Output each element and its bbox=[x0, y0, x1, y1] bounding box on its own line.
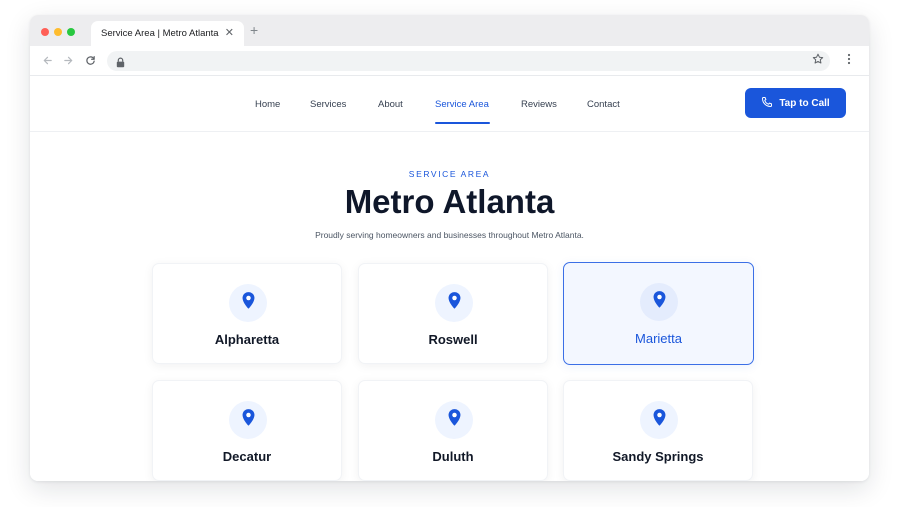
map-pin-icon bbox=[652, 408, 667, 432]
map-pin-icon bbox=[447, 291, 462, 315]
star-icon[interactable] bbox=[812, 52, 824, 70]
map-pin-icon bbox=[447, 408, 462, 432]
nav-link-service-area[interactable]: Service Area bbox=[435, 99, 489, 110]
area-card-marietta[interactable]: Marietta bbox=[563, 262, 754, 365]
nav-link-reviews[interactable]: Reviews bbox=[521, 99, 557, 110]
browser-toolbar bbox=[30, 46, 869, 76]
nav-link-contact[interactable]: Contact bbox=[587, 99, 620, 110]
page-subtitle: Proudly serving homeowners and businesse… bbox=[315, 230, 584, 240]
address-bar[interactable] bbox=[107, 51, 830, 71]
nav-link-home[interactable]: Home bbox=[255, 99, 280, 110]
area-name: Duluth bbox=[432, 449, 474, 464]
map-pin-icon bbox=[241, 291, 256, 315]
area-name: Decatur bbox=[222, 449, 272, 464]
window-zoom-dot[interactable] bbox=[67, 28, 75, 36]
forward-arrow-icon[interactable] bbox=[61, 53, 75, 67]
area-card-alpharetta[interactable]: Alpharetta bbox=[152, 263, 342, 364]
nav-link-about[interactable]: About bbox=[378, 99, 403, 110]
browser-window: Service Area | Metro Atlanta ✕ + Home Se… bbox=[30, 15, 869, 481]
section-eyebrow: SERVICE AREA bbox=[408, 169, 491, 179]
browser-tab-strip: Service Area | Metro Atlanta ✕ + bbox=[30, 15, 869, 46]
tap-to-call-label: Tap to Call bbox=[779, 97, 830, 109]
nav-link-services[interactable]: Services bbox=[310, 99, 346, 110]
tab-title: Service Area | Metro Atlanta bbox=[101, 28, 219, 39]
reload-icon[interactable] bbox=[83, 53, 97, 67]
map-pin-icon bbox=[241, 408, 256, 432]
tab-close-icon[interactable]: ✕ bbox=[225, 28, 234, 39]
page-title: Metro Atlanta bbox=[344, 183, 555, 220]
pin-badge bbox=[640, 401, 678, 439]
area-name: Alpharetta bbox=[214, 332, 280, 347]
map-pin-icon bbox=[652, 290, 667, 314]
pin-badge bbox=[229, 284, 267, 322]
web-page: Home Services About Service Area Reviews… bbox=[30, 76, 869, 481]
pin-badge bbox=[640, 283, 678, 321]
kebab-menu-icon[interactable] bbox=[847, 52, 851, 70]
pin-badge bbox=[435, 401, 473, 439]
back-arrow-icon[interactable] bbox=[40, 53, 54, 67]
tap-to-call-button[interactable]: Tap to Call bbox=[745, 88, 846, 118]
window-minimize-dot[interactable] bbox=[54, 28, 62, 36]
window-close-dot[interactable] bbox=[41, 28, 49, 36]
pin-badge bbox=[229, 401, 267, 439]
area-name: Sandy Springs bbox=[612, 449, 704, 464]
site-navigation: Home Services About Service Area Reviews… bbox=[30, 76, 869, 132]
area-card-sandy-springs[interactable]: Sandy Springs bbox=[563, 380, 753, 481]
area-name: Marietta bbox=[635, 331, 682, 346]
phone-icon bbox=[761, 96, 773, 111]
pin-badge bbox=[435, 284, 473, 322]
active-nav-underline bbox=[435, 122, 490, 124]
lock-icon bbox=[116, 55, 125, 73]
browser-tab[interactable]: Service Area | Metro Atlanta ✕ bbox=[91, 21, 244, 46]
area-name: Roswell bbox=[428, 332, 478, 347]
area-card-decatur[interactable]: Decatur bbox=[152, 380, 342, 481]
area-card-roswell[interactable]: Roswell bbox=[358, 263, 548, 364]
area-card-duluth[interactable]: Duluth bbox=[358, 380, 548, 481]
new-tab-icon[interactable]: + bbox=[250, 23, 258, 37]
